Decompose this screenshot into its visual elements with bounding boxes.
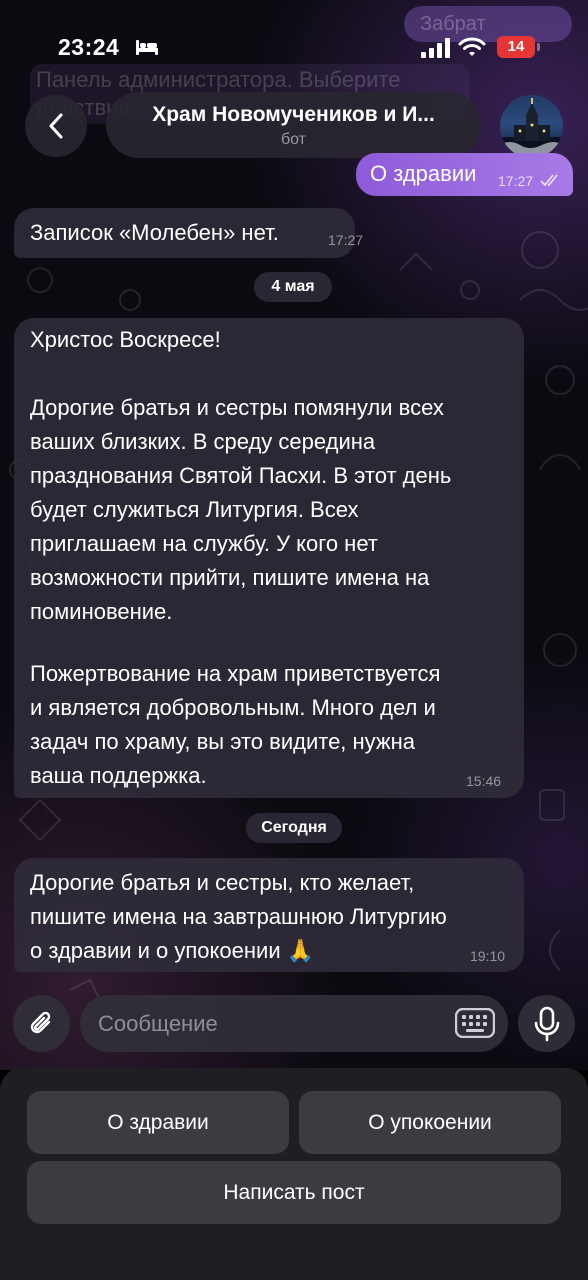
- message-line: о здравии и о упокоении 🙏: [30, 938, 315, 963]
- signal-icon: [421, 38, 450, 58]
- message-line: и является добровольным. Много дел и: [30, 695, 436, 720]
- message-input[interactable]: [80, 995, 508, 1052]
- incoming-message[interactable]: Христос Воскресе! Дорогие братья и сестр…: [14, 318, 524, 798]
- status-bar: 23:24 14: [0, 0, 588, 92]
- paperclip-icon: [30, 1011, 50, 1033]
- message-line: возможности прийти, пишите имена на: [30, 565, 430, 590]
- double-check-icon: [540, 174, 558, 187]
- keyboard-icon[interactable]: [455, 1008, 495, 1038]
- attach-button[interactable]: [13, 995, 70, 1052]
- message-line: приглашаем на службу. У кого нет: [30, 531, 378, 556]
- battery-nub: [537, 43, 540, 51]
- bot-button-napisat-post[interactable]: Написать пост: [27, 1161, 561, 1224]
- wifi-icon: [458, 37, 486, 56]
- message-line: празднования Святой Пасхи. В этот день: [30, 463, 452, 488]
- date-separator: 4 мая: [254, 272, 332, 302]
- message-line: задач по храму, вы это видите, нужна: [30, 729, 416, 754]
- message-line: ваших близких. В среду середина: [30, 429, 376, 454]
- church-icon: [500, 98, 563, 158]
- chat-title: Храм Новомучеников и И...: [152, 103, 435, 126]
- bot-button-o-zdravii[interactable]: О здравии: [27, 1091, 289, 1154]
- message-time: 19:10: [470, 948, 506, 964]
- message-line: Пожертвование на храм приветствуется: [30, 661, 441, 686]
- mic-button[interactable]: [518, 995, 575, 1052]
- message-line: Дорогие братья и сестры, кто желает,: [30, 870, 415, 895]
- date-separator: Сегодня: [246, 813, 342, 843]
- chat-subtitle: бот: [280, 131, 307, 148]
- back-button[interactable]: [25, 95, 87, 157]
- incoming-message[interactable]: Дорогие братья и сестры, кто желает, пиш…: [14, 858, 524, 972]
- church-avatar[interactable]: [500, 95, 563, 158]
- chevron-left-icon: [49, 113, 63, 139]
- bed-icon: [136, 40, 158, 55]
- bot-button-o-upokoenii[interactable]: О упокоении: [299, 1091, 561, 1154]
- message-time: 17:27: [328, 232, 364, 248]
- incoming-message[interactable]: Записок «Молебен» нет. 17:27: [14, 208, 363, 258]
- message-line: пишите имена на завтрашнюю Литургию: [30, 904, 447, 929]
- status-time: 23:24: [58, 34, 120, 60]
- message-line: Христос Воскресе!: [30, 327, 221, 352]
- message-text: Записок «Молебен» нет.: [30, 220, 279, 245]
- microphone-icon: [534, 1006, 559, 1041]
- bot-keyboard-panel: О здравии О упокоении Написать пост: [0, 1068, 588, 1280]
- battery-icon: 14: [497, 36, 535, 58]
- message-line: ваша поддержка.: [30, 763, 207, 788]
- message-line: Дорогие братья и сестры помянули всех: [30, 395, 444, 420]
- outgoing-message[interactable]: О здравии 17:27: [356, 153, 573, 196]
- message-time: 15:46: [466, 773, 502, 789]
- message-line: будет служиться Литургия. Всех: [30, 497, 359, 522]
- message-time: 17:27: [498, 173, 534, 189]
- message-line: поминовение.: [30, 599, 173, 624]
- chat-title-bar[interactable]: Храм Новомучеников и И... бот: [106, 92, 481, 158]
- message-text: О здравии: [370, 161, 477, 186]
